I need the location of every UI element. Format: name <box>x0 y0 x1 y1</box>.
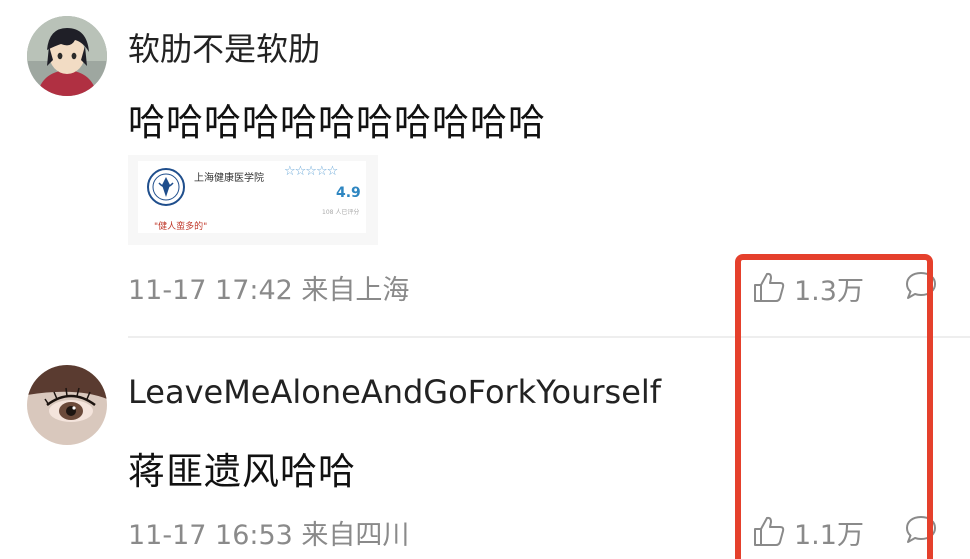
avatar[interactable] <box>27 16 107 96</box>
comment-meta: 11-17 16:53 来自四川 <box>128 520 410 551</box>
comment-text: 蒋匪遗风哈哈 <box>128 450 356 493</box>
comment-text: 哈哈哈哈哈哈哈哈哈哈哈 <box>128 101 546 144</box>
highlight-box <box>735 254 933 559</box>
attachment-image[interactable]: 上海健康医学院 ☆☆☆☆☆ 4.9 108 人已评分 "健人蛮多的" <box>128 155 378 245</box>
attachment-quote: "健人蛮多的" <box>154 222 208 232</box>
school-logo <box>146 167 186 207</box>
rating-stars-icon: ☆☆☆☆☆ <box>284 164 338 179</box>
attachment-title: 上海健康医学院 <box>194 173 264 184</box>
username[interactable]: LeaveMeAloneAndGoForkYourself <box>128 373 661 411</box>
rating-count: 108 人已评分 <box>322 209 360 216</box>
rating-score: 4.9 <box>336 185 361 201</box>
username[interactable]: 软肋不是软肋 <box>128 24 320 70</box>
rating-card: 上海健康医学院 ☆☆☆☆☆ 4.9 108 人已评分 "健人蛮多的" <box>138 161 366 233</box>
comment-meta: 11-17 17:42 来自上海 <box>128 275 410 306</box>
avatar[interactable] <box>27 365 107 445</box>
